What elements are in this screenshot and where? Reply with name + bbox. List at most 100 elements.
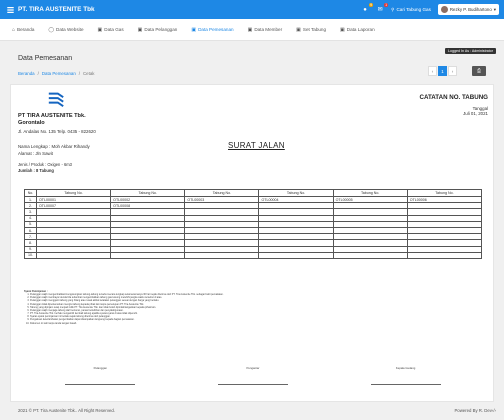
signature-kepala-gudang: Kepala Gudang <box>370 366 441 385</box>
watermark <box>230 214 234 225</box>
product-type: Jenis / Produk : Oxigen - 6m3 <box>18 162 72 167</box>
table-header: No. <box>24 189 37 197</box>
pager-next-button[interactable]: › <box>448 66 457 76</box>
table-row: 10. <box>24 251 483 259</box>
nav-label: Data Gas <box>104 27 124 32</box>
signature-label: Kepala Gudang <box>395 366 416 370</box>
nav-data-laporan[interactable]: ▣ Data Laporan <box>340 27 375 33</box>
top-bar: PT. TIRA AUSTENITE Tbk ● 9 ✉ 1 ⚲ Cari Tabu… <box>0 0 504 19</box>
nav-data-member[interactable]: ▣ Data Member <box>248 27 283 33</box>
company-logo-icon <box>48 92 64 108</box>
customer-info: Nama Lengkap : Moh Akbar Rihandy Alamat … <box>18 143 90 157</box>
pager-page-1[interactable]: 1 <box>438 66 447 76</box>
product-quantity: Jumlah : 8 Tabung <box>18 167 54 173</box>
breadcrumb-cetak: Cetak <box>83 71 95 76</box>
tabung-table: No. Tabung No. Tabung No. Tabung No. Tab… <box>24 189 483 259</box>
user-menu[interactable]: Rezky P. Budihartono ▾ <box>437 4 499 15</box>
logged-in-badge: Logged In As : Administrator <box>445 48 496 54</box>
document-icon: ▣ <box>137 26 143 33</box>
tabung-cell <box>35 251 112 259</box>
company-city: Gorontalo <box>18 120 45 126</box>
printer-icon: ⎙ <box>476 68 481 74</box>
document-header: CATATAN NO. TABUNG Tanggal Juli 01, 2021 <box>419 94 488 116</box>
main-nav: ⌂ Beranda ◯ Data Website ▣ Data Gas ▣ Data P… <box>0 19 504 41</box>
message-badge: 1 <box>384 2 389 7</box>
print-button[interactable]: ⎙ <box>472 66 486 76</box>
table-header: Tabung No. <box>258 189 334 197</box>
brand-name: PT. TIRA AUSTENITE Tbk <box>18 6 95 13</box>
nav-label: Data Member <box>254 27 283 32</box>
pager-prev-button[interactable]: ‹ <box>428 66 437 76</box>
table-header: Tabung No. <box>332 189 408 197</box>
document-icon: ▣ <box>97 26 103 33</box>
bell-icon[interactable]: ● 9 <box>361 2 374 14</box>
cart-icon: ▣ <box>191 26 197 33</box>
nav-beranda[interactable]: ⌂ Beranda <box>12 27 34 33</box>
tabung-cell <box>184 251 260 259</box>
table-header: Tabung No. <box>110 189 186 197</box>
nav-data-pemesanan[interactable]: ▣ Data Pemesanan <box>191 27 233 33</box>
product-info: Jenis / Produk : Oxigen - 6m3 Jumlah : 8… <box>18 162 72 173</box>
chevron-down-icon: ▾ <box>493 6 496 12</box>
mail-icon[interactable]: ✉ 1 <box>376 2 389 14</box>
nav-set-tabung[interactable]: ▣ Set Tabung <box>296 27 326 33</box>
company-address: Jl. Andalas No. 135 Telp. 0435 - 822620 <box>18 129 96 134</box>
tabung-cell <box>258 251 334 259</box>
row-number: 10. <box>24 251 37 259</box>
footer-powered-by: Powered By R. Dev‹/› <box>454 408 496 413</box>
signature-label: Pelanggan <box>93 366 108 370</box>
home-icon: ⌂ <box>12 26 16 33</box>
customer-name: Nama Lengkap : Moh Akbar Rihandy <box>18 144 90 149</box>
table-header: Tabung No. <box>35 189 112 197</box>
document-icon: ▣ <box>296 26 301 33</box>
page-title: Data Pemesanan <box>18 55 73 62</box>
nav-label: Beranda <box>17 27 35 32</box>
logo-icon <box>7 6 14 13</box>
table-header-row: No. Tabung No. Tabung No. Tabung No. Tab… <box>24 189 483 197</box>
footer-copyright: 2021 © PT. Tira Austenite Tbk.. All Righ… <box>18 408 115 413</box>
user-name: Rezky P. Budihartono <box>449 7 492 12</box>
signature-line <box>217 384 288 385</box>
note-item: Dokumen ini sah tanpa tanda tangan basah… <box>30 322 482 325</box>
surat-jalan-title: SURAT JALAN <box>228 141 285 150</box>
table-header: Tabung No. <box>406 189 483 197</box>
document-icon: ▣ <box>247 26 253 33</box>
nav-label: Data Pelanggan <box>144 27 178 32</box>
notes-list: Pelanggan wajib mengembalikan/mengosongk… <box>24 293 482 325</box>
search-label: Cari Tabung Gas <box>396 7 431 12</box>
signature-line <box>370 384 441 385</box>
breadcrumb-data-pemesanan[interactable]: Data Pemesanan <box>42 71 76 76</box>
globe-icon: ◯ <box>48 26 55 33</box>
search-link[interactable]: ⚲ Cari Tabung Gas <box>391 7 431 13</box>
document-title: CATATAN NO. TABUNG <box>419 94 488 101</box>
signature-label: Pengantar <box>246 366 260 370</box>
avatar <box>440 6 448 13</box>
signature-row: Pelanggan Pengantar Kepala Gudang <box>24 366 482 385</box>
tabung-cell <box>332 251 408 259</box>
breadcrumb-beranda[interactable]: Beranda <box>18 71 35 76</box>
signature-pelanggan: Pelanggan <box>65 366 136 385</box>
nav-label: Data Website <box>56 27 84 32</box>
notif-badge: 9 <box>369 2 374 7</box>
nav-data-gas[interactable]: ▣ Data Gas <box>98 27 124 33</box>
terms-notes: Syarat Peminjaman : Pelanggan wajib meng… <box>24 290 482 325</box>
customer-address: Alamat : Jln Sawit <box>18 151 53 156</box>
date-value: Juli 01, 2021 <box>463 111 488 116</box>
signature-pengantar: Pengantar <box>217 366 288 385</box>
breadcrumb-separator: / <box>37 71 39 76</box>
document-icon: ▣ <box>340 26 345 33</box>
nav-data-website[interactable]: ◯ Data Website <box>48 27 83 33</box>
breadcrumb-separator: / <box>78 71 81 76</box>
company-name: PT TIRA AUSTENITE Tbk. <box>18 113 86 119</box>
search-icon: ⚲ <box>391 6 395 12</box>
breadcrumb: Beranda / Data Pemesanan / Cetak <box>18 71 95 76</box>
nav-label: Data Pemesanan <box>198 27 234 32</box>
tabung-cell <box>406 251 483 259</box>
tabung-cell <box>110 251 186 259</box>
nav-data-pelanggan[interactable]: ▣ Data Pelanggan <box>138 27 178 33</box>
brand[interactable]: PT. TIRA AUSTENITE Tbk <box>6 6 95 14</box>
nav-label: Data Laporan <box>346 27 375 32</box>
nav-label: Set Tabung <box>302 27 327 32</box>
pagination: ‹ 1 › <box>428 66 457 76</box>
signature-line <box>65 384 136 385</box>
